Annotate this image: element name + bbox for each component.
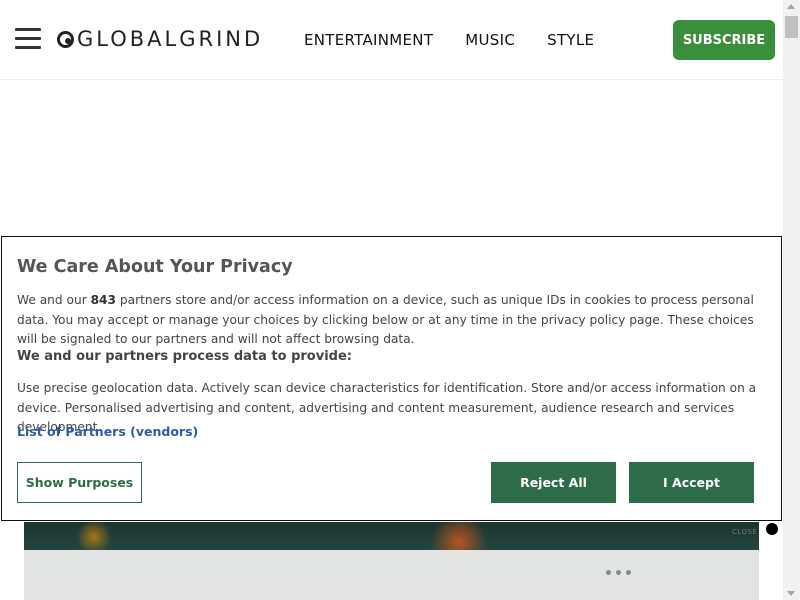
vendors-link[interactable]: List of Partners (vendors) <box>17 424 198 439</box>
video-player[interactable] <box>24 522 759 600</box>
privacy-intro-start: We and our <box>17 293 91 307</box>
privacy-intro: We and our 843 partners store and/or acc… <box>17 291 769 350</box>
logo-text: GLOBALGRIND <box>77 27 264 51</box>
ad-placeholder <box>0 81 783 241</box>
page-scrollbar[interactable] <box>783 0 800 600</box>
video-overlay <box>24 550 759 600</box>
scroll-down-icon[interactable] <box>787 591 795 596</box>
partner-count: 843 <box>90 293 117 307</box>
main-nav: ENTERTAINMENT MUSIC STYLE <box>304 31 626 49</box>
show-purposes-button[interactable]: Show Purposes <box>17 462 142 503</box>
subscribe-button[interactable]: SUBSCRIBE <box>673 20 775 60</box>
close-label: CLOSE <box>732 528 758 536</box>
nav-item-style[interactable]: STYLE <box>547 31 594 49</box>
privacy-consent-dialog: We Care About Your Privacy We and our 84… <box>1 236 782 521</box>
scroll-thumb[interactable] <box>785 16 798 38</box>
privacy-intro-end: partners store and/or access information… <box>17 293 754 346</box>
site-logo[interactable]: GLOBALGRIND <box>57 27 263 51</box>
process-heading: We and our partners process data to prov… <box>17 349 352 364</box>
accept-button[interactable]: I Accept <box>629 462 754 503</box>
nav-item-music[interactable]: MUSIC <box>465 31 515 49</box>
logo-g-icon <box>57 30 74 48</box>
close-icon[interactable] <box>766 523 778 535</box>
video-light <box>74 522 114 552</box>
reject-all-button[interactable]: Reject All <box>491 462 616 503</box>
nav-item-entertainment[interactable]: ENTERTAINMENT <box>304 31 433 49</box>
more-options-icon[interactable] <box>606 570 636 575</box>
dialog-title: We Care About Your Privacy <box>17 257 293 277</box>
menu-icon[interactable] <box>15 28 41 50</box>
site-header: GLOBALGRIND ENTERTAINMENT MUSIC STYLE SU… <box>0 0 783 80</box>
scroll-up-icon[interactable] <box>787 4 795 9</box>
